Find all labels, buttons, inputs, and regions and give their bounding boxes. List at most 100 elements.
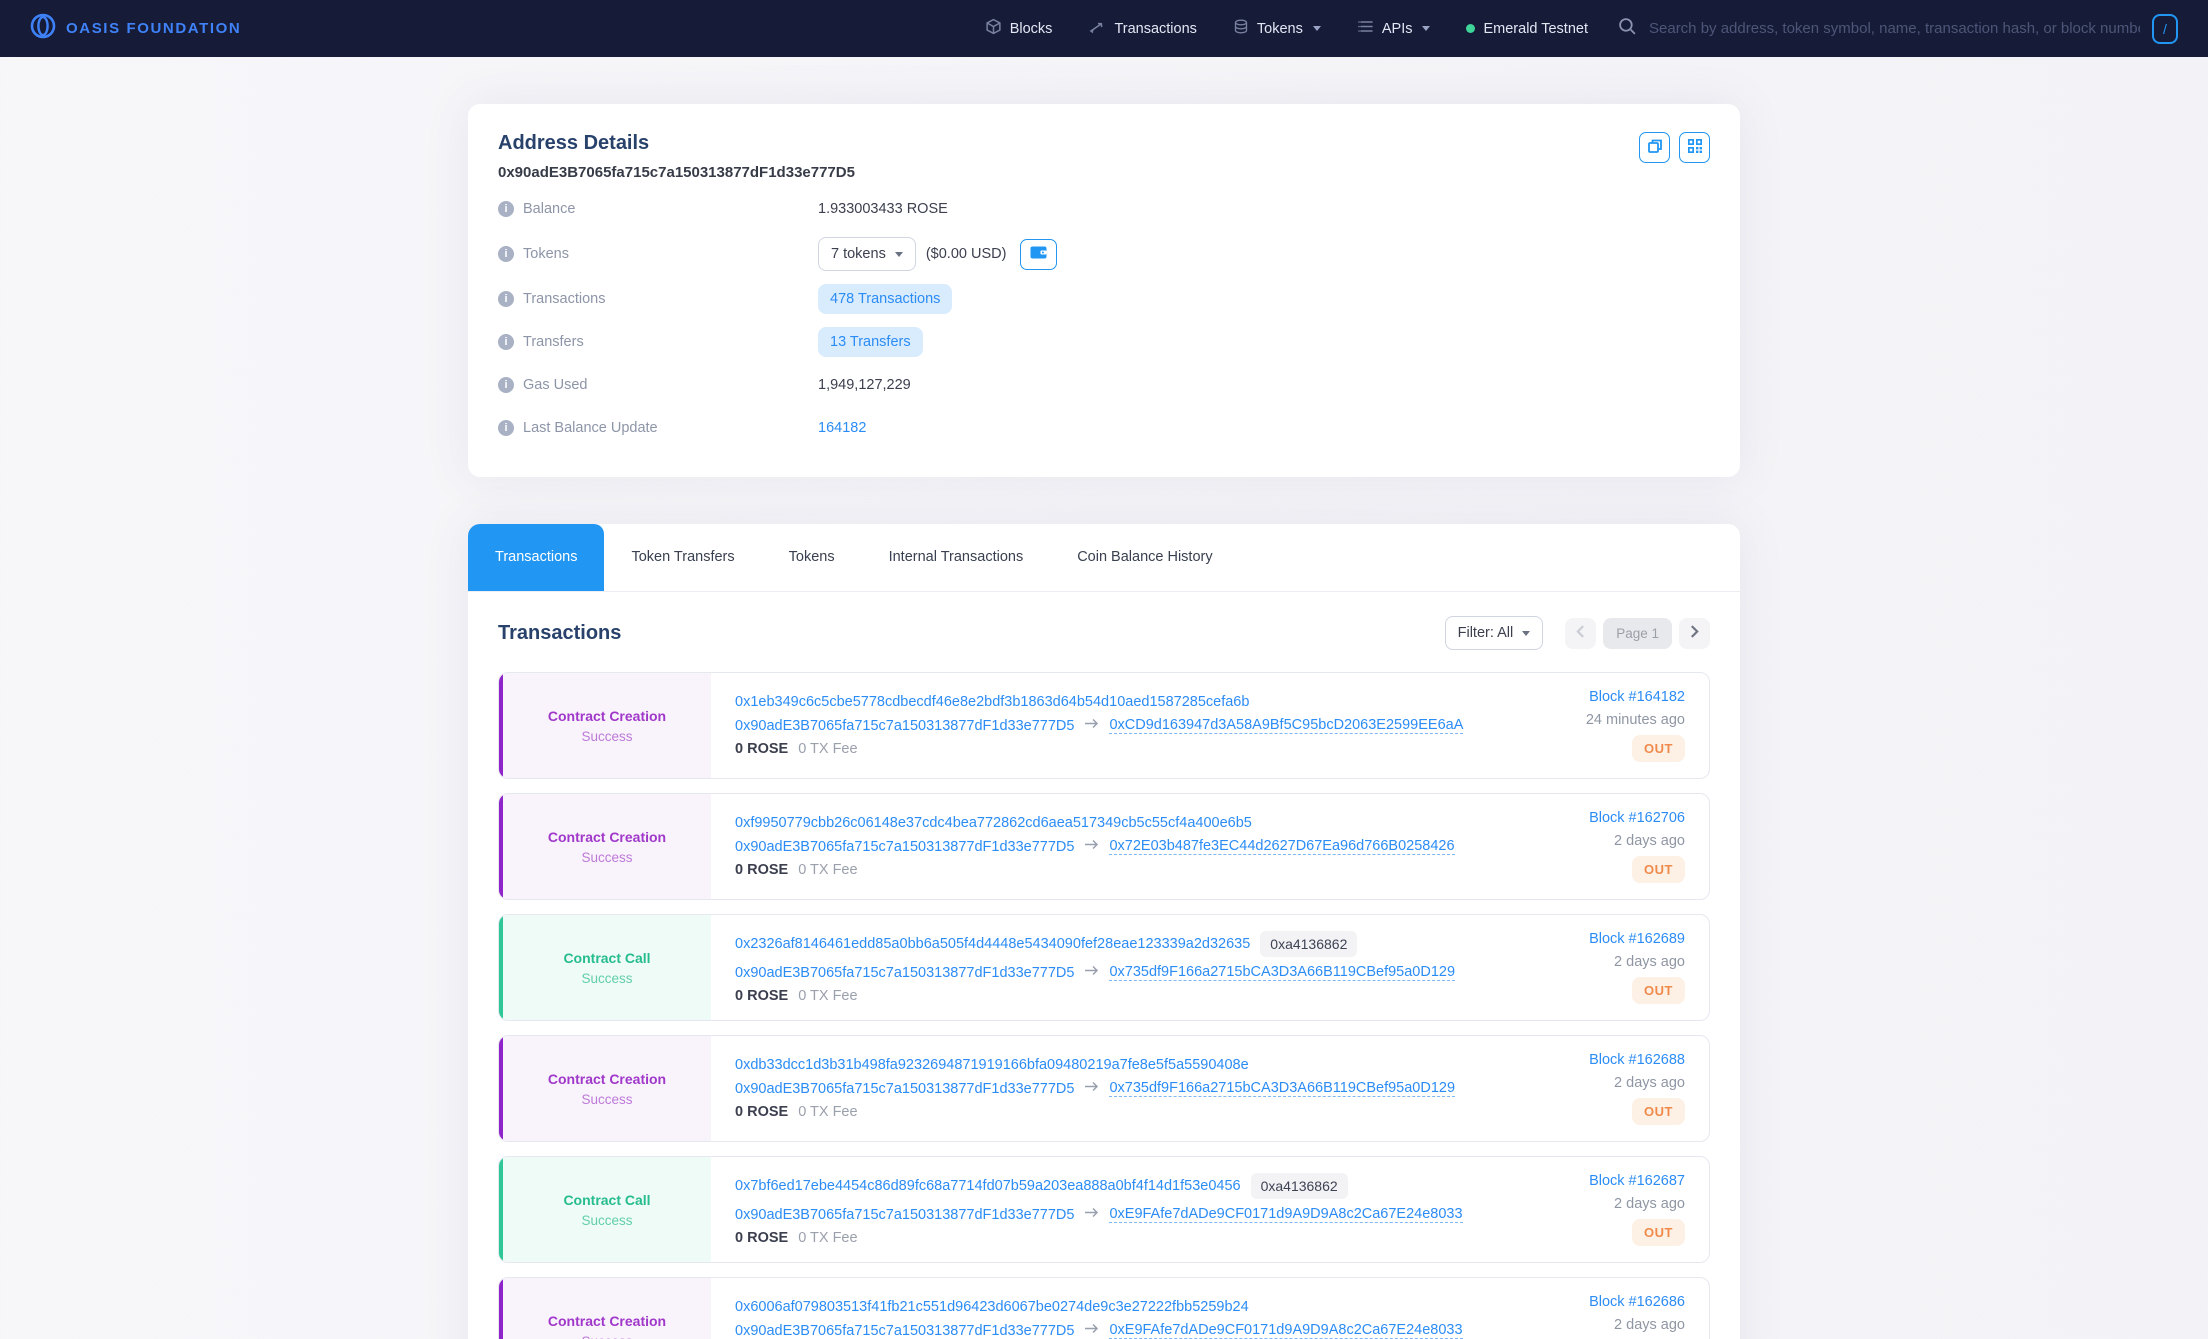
tx-block-link[interactable]: Block #162689	[1589, 931, 1685, 947]
next-page-button[interactable]	[1679, 618, 1710, 649]
tokens-row: Tokens 7 tokens ($0.00 USD)	[498, 237, 1710, 271]
tx-hash-link[interactable]: 0x6006af079803513f41fb21c551d96423d6067b…	[735, 1299, 1249, 1315]
arrow-right-icon	[1084, 838, 1099, 855]
transactions-count-badge[interactable]: 478 Transactions	[818, 284, 952, 314]
arrow-right-icon	[1084, 1080, 1099, 1097]
balance-label: Balance	[523, 201, 575, 217]
transfers-row: Transfers 13 Transfers	[498, 327, 1710, 357]
tx-block-link[interactable]: Block #164182	[1589, 689, 1685, 705]
tokens-label: Tokens	[523, 246, 569, 262]
filter-dropdown-value: Filter: All	[1458, 625, 1514, 641]
arrow-right-icon	[1084, 1322, 1099, 1339]
tx-hash-link[interactable]: 0xdb33dcc1d3b31b498fa9232694871919166bfa…	[735, 1057, 1249, 1073]
transactions-list: Contract Creation Success 0x1eb349c6c5cb…	[498, 672, 1710, 1339]
wallet-button[interactable]	[1020, 239, 1057, 270]
tx-type-badge: Contract Creation Success	[499, 1278, 711, 1339]
nav-label-apis: APIs	[1382, 21, 1413, 37]
tokens-dropdown[interactable]: 7 tokens	[818, 237, 916, 271]
tx-from-link[interactable]: 0x90adE3B7065fa715c7a150313877dF1d33e777…	[735, 718, 1074, 734]
tx-from-link[interactable]: 0x90adE3B7065fa715c7a150313877dF1d33e777…	[735, 965, 1074, 981]
brand-logo[interactable]: OASIS FOUNDATION	[30, 13, 241, 44]
tx-to-link[interactable]: 0x735df9F166a2715bCA3D3A66B119CBef95a0D1…	[1109, 1080, 1455, 1097]
cube-icon	[985, 18, 1002, 39]
tx-type-badge: Contract Call Success	[499, 1157, 711, 1262]
tx-to-link[interactable]: 0x735df9F166a2715bCA3D3A66B119CBef95a0D1…	[1109, 964, 1455, 981]
qr-code-button[interactable]	[1679, 132, 1710, 163]
last-balance-update-row: Last Balance Update 164182	[498, 413, 1710, 443]
tx-hash-link[interactable]: 0xf9950779cbb26c06148e37cdc4bea772862cd6…	[735, 815, 1252, 831]
tx-to-link[interactable]: 0xCD9d163947d3A58A9Bf5C95bcD2063E2599EE6…	[1109, 717, 1463, 734]
tx-type-badge: Contract Creation Success	[499, 1036, 711, 1141]
chevron-down-icon	[1313, 26, 1321, 31]
last-balance-update-label: Last Balance Update	[523, 420, 658, 436]
tx-time: 2 days ago	[1614, 954, 1685, 970]
tx-to-link[interactable]: 0x72E03b487fe3EC44d2627D67Ea96d766B02584…	[1109, 838, 1454, 855]
transactions-label: Transactions	[523, 291, 605, 307]
tx-from-link[interactable]: 0x90adE3B7065fa715c7a150313877dF1d33e777…	[735, 1081, 1074, 1097]
gas-used-row: Gas Used 1,949,127,229	[498, 370, 1710, 400]
tx-type-label: Contract Creation	[548, 829, 666, 845]
tx-block-link[interactable]: Block #162687	[1589, 1173, 1685, 1189]
tx-hash-link[interactable]: 0x1eb349c6c5cbe5778cdbecdf46e8e2bdf3b186…	[735, 694, 1249, 710]
tx-status-label: Success	[581, 850, 632, 865]
tx-type-badge: Contract Call Success	[499, 915, 711, 1020]
info-icon	[498, 201, 514, 217]
tx-to-link[interactable]: 0xE9FAfe7dADe9CF0171d9A9D9A8c2Ca67E24e80…	[1109, 1206, 1462, 1223]
nav-label-tokens: Tokens	[1257, 21, 1303, 37]
arrow-right-icon	[1084, 964, 1099, 981]
transaction-row: Contract Creation Success 0x1eb349c6c5cb…	[498, 672, 1710, 779]
tx-time: 2 days ago	[1614, 1317, 1685, 1333]
tab-coin-balance-history[interactable]: Coin Balance History	[1050, 524, 1239, 591]
filter-dropdown[interactable]: Filter: All	[1445, 616, 1544, 650]
nav-item-blocks[interactable]: Blocks	[985, 18, 1053, 39]
tx-from-link[interactable]: 0x90adE3B7065fa715c7a150313877dF1d33e777…	[735, 1323, 1074, 1339]
tab-tokens[interactable]: Tokens	[762, 524, 862, 591]
qr-code-icon	[1687, 138, 1703, 157]
tx-block-link[interactable]: Block #162706	[1589, 810, 1685, 826]
arrow-right-icon	[1084, 1206, 1099, 1223]
nav-label-network: Emerald Testnet	[1483, 21, 1588, 37]
tx-from-link[interactable]: 0x90adE3B7065fa715c7a150313877dF1d33e777…	[735, 839, 1074, 855]
gas-used-value: 1,949,127,229	[818, 377, 911, 393]
chevron-down-icon	[1522, 631, 1530, 636]
oasis-logo-icon	[30, 13, 56, 44]
transaction-row: Contract Call Success 0x2326af8146461edd…	[498, 914, 1710, 1021]
nav-item-apis[interactable]: APIs	[1357, 19, 1431, 38]
tx-fee: 0 TX Fee	[798, 1230, 857, 1246]
tx-method-badge: 0xa4136862	[1260, 931, 1357, 957]
tx-direction-badge: OUT	[1632, 1219, 1685, 1246]
prev-page-button[interactable]	[1565, 618, 1596, 649]
tab-internal-transactions[interactable]: Internal Transactions	[862, 524, 1051, 591]
tx-hash-link[interactable]: 0x2326af8146461edd85a0bb6a505f4d4448e543…	[735, 936, 1250, 952]
transactions-card: Transactions Token Transfers Tokens Inte…	[468, 524, 1740, 1339]
tx-type-label: Contract Creation	[548, 1313, 666, 1329]
nav-item-transactions[interactable]: Transactions	[1088, 19, 1196, 39]
balance-value: 1.933003433 ROSE	[818, 201, 948, 217]
tx-block-link[interactable]: Block #162686	[1589, 1294, 1685, 1310]
tx-value: 0 ROSE	[735, 741, 788, 757]
transfers-count-badge[interactable]: 13 Transfers	[818, 327, 923, 357]
nav-label-transactions: Transactions	[1114, 21, 1196, 37]
copy-icon	[1647, 138, 1663, 157]
tx-type-badge: Contract Creation Success	[499, 794, 711, 899]
nav-item-network[interactable]: Emerald Testnet	[1466, 21, 1588, 37]
chevron-right-icon	[1690, 625, 1699, 641]
search-input[interactable]	[1649, 20, 2140, 37]
gas-used-label: Gas Used	[523, 377, 587, 393]
network-dot-icon	[1466, 24, 1475, 33]
transfers-label: Transfers	[523, 334, 584, 350]
nav-item-tokens[interactable]: Tokens	[1233, 18, 1321, 39]
tx-hash-link[interactable]: 0x7bf6ed17ebe4454c86d89fc68a7714fd07b59a…	[735, 1178, 1241, 1194]
tab-transactions[interactable]: Transactions	[468, 524, 604, 591]
nav-label-blocks: Blocks	[1010, 21, 1053, 37]
tx-to-link[interactable]: 0xE9FAfe7dADe9CF0171d9A9D9A8c2Ca67E24e80…	[1109, 1322, 1462, 1339]
transaction-row: Contract Creation Success 0xdb33dcc1d3b3…	[498, 1035, 1710, 1142]
tab-token-transfers[interactable]: Token Transfers	[604, 524, 761, 591]
tx-direction-badge: OUT	[1632, 1098, 1685, 1125]
tx-block-link[interactable]: Block #162688	[1589, 1052, 1685, 1068]
last-balance-update-block-link[interactable]: 164182	[818, 420, 866, 436]
tx-direction-badge: OUT	[1632, 977, 1685, 1004]
tx-fee: 0 TX Fee	[798, 988, 857, 1004]
copy-address-button[interactable]	[1639, 132, 1670, 163]
tx-from-link[interactable]: 0x90adE3B7065fa715c7a150313877dF1d33e777…	[735, 1207, 1074, 1223]
